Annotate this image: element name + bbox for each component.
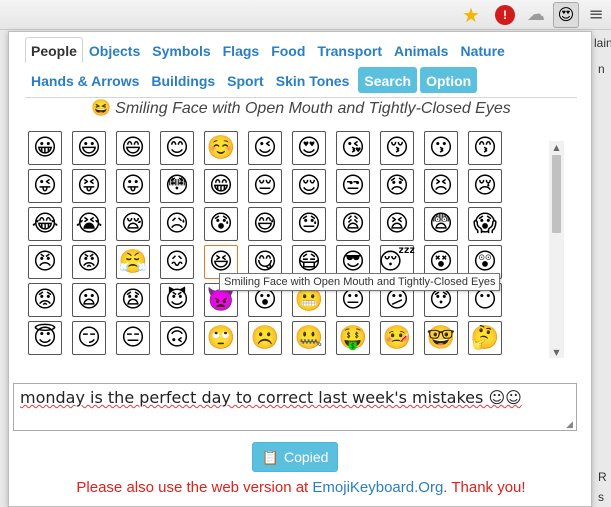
emoji-button[interactable]: 😪 [116, 207, 150, 241]
emoji-grid: 😀 😃 😄 😊 ☺️ 😉 😍 😘 😚 😗 😙 😜 😝 😛 😳 😁 😔 😌 😒 😞 😣 😢 😂 😭 😪 😥 😰 😅 😓 😩 😫 😨 😱 😠 😡 😤 😖 😆 😋… [28, 131, 570, 358]
emoji-button[interactable]: 😊 [160, 131, 194, 165]
emoji-button[interactable]: 😒 [336, 169, 370, 203]
tab-animals[interactable]: Animals [388, 37, 454, 63]
copy-button-label: Copied [284, 449, 329, 465]
emoji-button[interactable]: 😢 [468, 169, 502, 203]
emoji-button[interactable]: 😇 [28, 321, 62, 355]
emoji-button[interactable]: 😙 [468, 131, 502, 165]
emoji-tooltip: Smiling Face with Open Mouth and Tightly… [219, 273, 501, 291]
copy-button[interactable]: 📋 Copied [252, 442, 338, 472]
scroll-down-arrow-icon[interactable]: ▼ [549, 346, 564, 358]
emoji-button[interactable]: 😟 [28, 283, 62, 317]
emoji-button[interactable]: 😤 [116, 245, 150, 279]
clipboard-icon: 📋 [261, 448, 280, 465]
emoji-button[interactable]: 😦 [72, 283, 106, 317]
emoji-button[interactable]: 🤑 [336, 321, 370, 355]
emoji-button[interactable]: 😝 [72, 169, 106, 203]
footer-suffix: . Thank you! [443, 479, 526, 496]
emoji-grid-scrollbar[interactable]: ▲ ▼ [549, 141, 564, 358]
emoji-button[interactable]: 😗 [424, 131, 458, 165]
adblock-shield-icon[interactable]: ! [493, 3, 517, 27]
emoji-keyboard-popup: People Objects Symbols Flags Food Transport An… [8, 31, 592, 507]
tab-search[interactable]: Search [358, 67, 418, 93]
tab-buildings[interactable]: Buildings [145, 67, 221, 93]
emoji-button[interactable]: 😡 [72, 245, 106, 279]
emoji-button[interactable]: 😖 [160, 245, 194, 279]
emoji-button[interactable]: 😰 [204, 207, 238, 241]
adblock-mark: ! [495, 5, 515, 25]
menu-icon[interactable]: ≡ [584, 3, 608, 27]
emoji-button[interactable]: 🤔 [468, 321, 502, 355]
footer-message: Please also use the web version at Emoji… [9, 479, 593, 496]
emoji-button[interactable]: 😌 [292, 169, 326, 203]
emoji-button[interactable]: 😥 [160, 207, 194, 241]
selected-emoji-name: Smiling Face with Open Mouth and Tightly… [115, 100, 511, 117]
tab-objects[interactable]: Objects [83, 37, 146, 63]
emoji-button[interactable]: 🙃 [160, 321, 194, 355]
browser-toolbar: ★ ! ☁ 😍 ≡ [0, 0, 611, 30]
emoji-button[interactable]: 😩 [336, 207, 370, 241]
scroll-up-arrow-icon[interactable]: ▲ [549, 141, 564, 153]
emoji-button[interactable]: 😘 [336, 131, 370, 165]
emoji-button[interactable]: 😄 [116, 131, 150, 165]
emoji-grid-viewport: 😀 😃 😄 😊 ☺️ 😉 😍 😘 😚 😗 😙 😜 😝 😛 😳 😁 😔 😌 😒 😞 😣 😢 😂 😭 😪 😥 😰 😅 😓 😩 😫 😨 😱 😠 😡 😤 😖 😆 😋… [28, 131, 570, 358]
emoji-button[interactable]: 😭 [72, 207, 106, 241]
background-text: R [598, 470, 607, 484]
tab-nature[interactable]: Nature [454, 37, 510, 63]
footer-prefix: Please also use the web version at [76, 479, 313, 496]
resize-grip-icon[interactable]: ◢ [566, 421, 576, 431]
emoji-button[interactable]: 😍 [292, 131, 326, 165]
emoji-button[interactable]: 😀 [28, 131, 62, 165]
emoji-button[interactable]: ☺️ [204, 131, 238, 165]
emoji-button[interactable]: 😣 [424, 169, 458, 203]
emoji-button[interactable]: 😨 [424, 207, 458, 241]
tab-flags[interactable]: Flags [217, 37, 266, 63]
background-text: s [598, 490, 604, 504]
emoji-button[interactable]: 🤓 [424, 321, 458, 355]
tab-hands-arrows[interactable]: Hands & Arrows [25, 67, 145, 93]
tab-symbols[interactable]: Symbols [146, 37, 216, 63]
emoji-button[interactable]: 😑 [116, 321, 150, 355]
emoji-button[interactable]: 😞 [380, 169, 414, 203]
emoji-button[interactable]: 😉 [248, 131, 282, 165]
emoji-button[interactable]: 😜 [28, 169, 62, 203]
emoji-button[interactable]: 😫 [380, 207, 414, 241]
emoji-button[interactable]: 😁 [204, 169, 238, 203]
emoji-button[interactable]: 😏 [72, 321, 106, 355]
emoji-button[interactable]: 🤐 [292, 321, 326, 355]
emoji-button[interactable]: 🤒 [380, 321, 414, 355]
background-text: n [598, 62, 605, 76]
emoji-text-area[interactable]: monday is the perfect day to correct las… [13, 383, 577, 431]
emoji-button[interactable]: 😳 [160, 169, 194, 203]
emoji-button[interactable]: 😈 [160, 283, 194, 317]
emoji-button[interactable]: 🙄 [204, 321, 238, 355]
emoji-button[interactable]: 😃 [72, 131, 106, 165]
emoji-keyboard-icon[interactable]: 😍 [553, 2, 579, 28]
selected-emoji-icon: 😆 [91, 100, 112, 117]
emoji-button[interactable]: 😛 [116, 169, 150, 203]
emoji-button[interactable]: 😂 [28, 207, 62, 241]
emoji-button[interactable]: 😔 [248, 169, 282, 203]
tab-people[interactable]: People [25, 37, 83, 63]
star-icon[interactable]: ★ [459, 3, 483, 27]
scroll-thumb[interactable] [552, 155, 561, 233]
emoji-button[interactable]: 😧 [116, 283, 150, 317]
emoji-button[interactable]: 😓 [292, 207, 326, 241]
background-text: lain [594, 36, 611, 50]
tab-transport[interactable]: Transport [311, 37, 388, 63]
selected-emoji-title: 😆 Smiling Face with Open Mouth and Tightl… [9, 98, 593, 118]
emoji-button[interactable]: ☹️ [248, 321, 282, 355]
tab-food[interactable]: Food [265, 37, 311, 63]
emoji-button[interactable]: 😅 [248, 207, 282, 241]
emoji-button[interactable]: 😚 [380, 131, 414, 165]
tab-skin-tones[interactable]: Skin Tones [270, 67, 356, 93]
emoji-button[interactable]: 😠 [28, 245, 62, 279]
website-link[interactable]: EmojiKeyboard.Org [312, 479, 443, 496]
emoji-button[interactable]: 😱 [468, 207, 502, 241]
tab-sport[interactable]: Sport [221, 67, 270, 93]
category-tabs: People Objects Symbols Flags Food Transport An… [25, 37, 577, 98]
tab-option[interactable]: Option [420, 67, 478, 93]
cloud-icon[interactable]: ☁ [524, 3, 548, 27]
